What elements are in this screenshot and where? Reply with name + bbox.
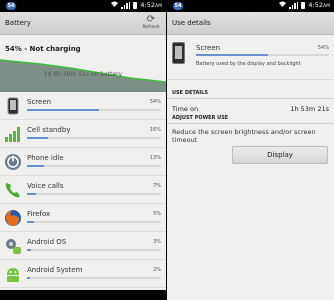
item-percent: 7% [153,183,161,189]
refresh-label: Refresh [142,25,160,30]
phone-icon [4,97,22,115]
usage-bar [27,221,161,223]
usage-bar [27,165,161,167]
item-percent: 2% [153,267,161,273]
item-name: Phone idle [27,154,64,162]
notification-badge: 54 [6,2,16,10]
clock: 4:52AM [308,1,330,9]
notification-badge: 54 [173,2,183,10]
usage-bar [27,193,161,195]
display-button[interactable]: Display [232,146,328,164]
list-item[interactable]: Cell standby 16% [0,120,166,148]
usage-bar-fill [196,54,268,56]
page-title: Battery [5,19,31,27]
graph-label: 1d 6h 28m 51s on battery [43,71,123,78]
status-bar-right: 54 4:52AM [167,0,334,12]
item-description: Battery used by the display and backligh… [196,61,301,67]
battery-icon [133,1,138,9]
phone-handset-icon [4,181,22,199]
bottom-bar [0,290,166,300]
list-item[interactable]: Screen 54% [0,92,166,120]
item-percent: 16% [149,127,161,133]
list-item[interactable]: Android OS 3% [0,232,166,260]
list-item[interactable]: Voice calls 7% [0,176,166,204]
title-bar: Use details [167,12,334,35]
item-name: Screen [27,98,52,106]
usage-bar [27,137,161,139]
list-item[interactable]: Android System 2% [0,260,166,288]
title-bar: Battery ⟳ Refresh [0,12,166,35]
item-name: Screen [196,44,221,52]
wifi-icon [111,1,119,9]
time-on-value: 1h 53m 21s [290,105,329,113]
battery-panel: Battery ⟳ Refresh 54% - Not charging 1d … [0,12,166,300]
android-system-icon [4,265,22,283]
use-details-panel: Use details Screen 54% Battery used by t… [167,12,334,300]
refresh-button[interactable]: ⟳ Refresh [139,14,163,33]
use-details-heading: USE DETAILS [172,90,208,96]
battery-status: 54% - Not charging [5,45,81,53]
list-item[interactable]: Firefox 5% [0,204,166,232]
divider [167,123,334,124]
battery-icon [301,1,306,9]
list-item[interactable]: Phone idle 13% [0,148,166,176]
time-on-label: Time on [172,105,199,113]
usage-bar-fill [27,193,37,195]
usage-bar-fill [27,165,45,167]
usage-list: Screen 54% Cell standby 16% Phone idle 1… [0,92,166,288]
signal-icon [289,1,299,9]
item-name: Cell standby [27,126,71,134]
usage-bar [27,249,161,251]
usage-bar-fill [27,249,32,251]
item-percent: 54% [149,99,161,105]
item-percent: 13% [149,155,161,161]
adjust-power-text: Reduce the screen brightness and/or scre… [172,128,316,144]
android-os-icon [4,237,22,255]
status-icons: 4:52AM [279,1,330,9]
item-name: Voice calls [27,182,64,190]
status-icons: 4:52AM [111,1,162,9]
signal-icon [121,1,131,9]
status-bar-left: 54 4:52AM [0,0,166,12]
divider [167,98,334,99]
item-percent: 54% [317,45,329,51]
refresh-icon: ⟳ [146,14,156,25]
usage-bar-fill [27,109,100,111]
phone-icon [172,42,185,64]
page-title: Use details [172,19,211,27]
item-name: Android System [27,266,83,274]
item-name: Firefox [27,210,51,218]
clock: 4:52AM [140,1,162,9]
usage-bar [27,277,161,279]
signal-bars-icon [4,125,22,143]
firefox-icon [4,209,22,227]
usage-bar-fill [27,277,30,279]
usage-bar-fill [27,137,49,139]
adjust-power-heading: ADJUST POWER USE [172,115,229,121]
item-percent: 5% [153,211,161,217]
usage-bar [196,54,329,56]
usage-bar [27,109,161,111]
item-percent: 3% [153,239,161,245]
item-name: Android OS [27,238,67,246]
screenshot: 54 4:52AM 54 4:52AM Battery ⟳ Refresh 54… [0,0,334,300]
power-icon [4,153,22,171]
wifi-icon [279,1,287,9]
usage-summary: Screen 54% Battery used by the display a… [167,36,334,80]
usage-bar-fill [27,221,34,223]
